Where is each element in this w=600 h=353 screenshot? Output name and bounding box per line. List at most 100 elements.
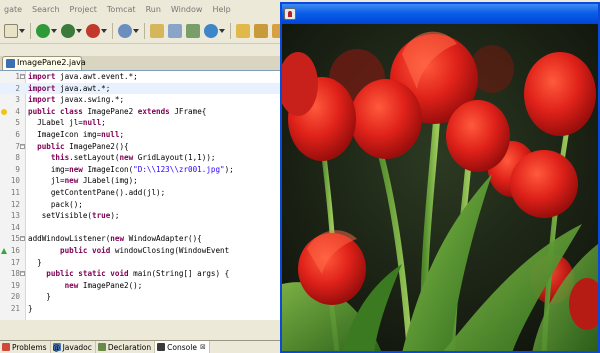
warning-marker-icon[interactable] [1, 108, 7, 115]
code-editor[interactable]: 1– import java.awt.event.*; 2 import java.a… [0, 70, 280, 320]
code-text: import java.awt.*; [28, 83, 111, 93]
open-type-icon[interactable] [150, 23, 164, 38]
code-text: } [28, 292, 51, 302]
line-number: 17 [10, 257, 20, 267]
chevron-down-icon[interactable] [133, 28, 139, 34]
search-icon[interactable] [118, 23, 132, 38]
line-number: 13 [10, 211, 20, 221]
folder-icon[interactable] [236, 23, 250, 38]
external-tools-icon[interactable] [86, 23, 100, 38]
debug-icon[interactable] [61, 23, 75, 38]
menu-navigate[interactable]: gate [0, 5, 28, 14]
tab-problems[interactable]: Problems [0, 340, 51, 353]
code-text: } [28, 257, 42, 267]
build-icon[interactable] [204, 23, 218, 38]
line-number: 6 [15, 129, 20, 139]
code-line[interactable]: 15– addWindowListener(new WindowAdapter()… [0, 233, 280, 245]
override-marker-icon[interactable] [1, 247, 7, 254]
chevron-down-icon[interactable] [101, 28, 107, 34]
code-lines: 1– import java.awt.event.*; 2 import java.a… [0, 71, 280, 314]
fold-toggle-icon[interactable]: – [20, 236, 25, 242]
code-text: public class ImagePane2 extends JFrame{ [28, 106, 207, 116]
code-line[interactable]: 1– import java.awt.event.*; [0, 71, 280, 83]
line-number: 3 [15, 95, 20, 105]
tomcat-icon[interactable] [254, 23, 268, 38]
editor-tab-bar: ImagePane2.java [0, 56, 280, 70]
tab-console-label: Console [167, 342, 197, 352]
menu-tomcat[interactable]: Tomcat [103, 5, 142, 14]
code-line[interactable]: 2 import java.awt.*; [0, 82, 280, 95]
open-task-icon[interactable] [168, 23, 182, 38]
code-line[interactable]: 13 setVisible(true); [0, 210, 280, 222]
code-line[interactable]: 21} [0, 303, 280, 315]
line-number: 1 [15, 72, 20, 81]
window-title-bar[interactable] [282, 4, 598, 24]
line-number: 14 [10, 222, 20, 232]
fold-toggle-icon[interactable]: – [20, 74, 25, 79]
menu-project[interactable]: Project [66, 5, 103, 14]
line-number: 21 [10, 303, 20, 313]
chevron-down-icon[interactable] [19, 28, 25, 34]
chevron-down-icon[interactable] [219, 28, 225, 34]
code-line[interactable]: 17 } [0, 257, 280, 269]
tab-problems-label: Problems [12, 342, 47, 352]
code-line[interactable]: 14 [0, 222, 280, 234]
chevron-down-icon[interactable] [51, 28, 57, 34]
run-icon[interactable] [36, 23, 50, 38]
tab-javadoc[interactable]: @ Javadoc [51, 340, 96, 353]
bottom-view-tabs: Problems @ Javadoc Declaration Console ⊠ [0, 340, 280, 353]
javadoc-icon: @ [52, 343, 61, 352]
code-line[interactable]: 7– public ImagePane2(){ [0, 141, 280, 153]
menu-window[interactable]: Window [167, 5, 209, 14]
menu-run[interactable]: Run [142, 5, 167, 14]
code-line[interactable]: 3 import javax.swing.*; [0, 94, 280, 106]
code-line[interactable]: 19 new ImagePane2(); [0, 280, 280, 292]
java-cup-icon[interactable] [284, 8, 296, 20]
line-number: 2 [15, 83, 20, 93]
code-line[interactable]: 18– public static void main(String[] arg… [0, 268, 280, 280]
code-text: new ImagePane2(); [64, 280, 143, 290]
chevron-down-icon[interactable] [76, 28, 82, 34]
code-line[interactable]: 6 ImageIcon img=null; [0, 129, 280, 141]
code-text: import javax.swing.*; [28, 95, 125, 105]
image-label [282, 24, 598, 351]
menu-search[interactable]: Search [28, 5, 65, 14]
code-line[interactable]: 8 this.setLayout(new GridLayout(1,1)); [0, 152, 280, 164]
code-text: jl=new JLabel(img); [28, 176, 138, 186]
code-text: getContentPane().add(jl); [28, 187, 166, 197]
jframe-window[interactable] [280, 2, 600, 353]
close-icon[interactable]: ⊠ [200, 343, 206, 351]
editor-footer [0, 320, 280, 340]
code-text: public ImagePane2(){ [37, 141, 129, 151]
line-number: 12 [10, 199, 20, 209]
code-line[interactable]: 5 JLabel jl=null; [0, 117, 280, 129]
tulips-image [282, 24, 598, 351]
toolbar-separator [230, 22, 231, 39]
problems-icon [2, 343, 10, 351]
code-line[interactable]: 4 public class ImagePane2 extends JFrame{ [0, 106, 280, 118]
fold-toggle-icon[interactable]: – [20, 143, 25, 149]
tab-console[interactable]: Console ⊠ [155, 340, 210, 353]
line-number: 18 [10, 269, 20, 279]
editor-tab-imagepane2[interactable]: ImagePane2.java [2, 56, 86, 70]
line-number: 7 [15, 141, 20, 151]
toolbar-separator [30, 22, 31, 39]
open-resource-icon[interactable] [186, 23, 200, 38]
code-line[interactable]: 12 pack(); [0, 199, 280, 211]
line-number: 11 [10, 187, 20, 197]
java-file-icon [6, 59, 15, 68]
code-line[interactable]: 16 public void windowClosing(WindowEvent [0, 245, 280, 257]
code-line[interactable]: 11 getContentPane().add(jl); [0, 187, 280, 199]
new-file-icon[interactable] [4, 23, 18, 38]
code-line[interactable]: 9 img=new ImageIcon("D:\\123\\zr001.jpg"… [0, 164, 280, 176]
code-line[interactable]: 10 jl=new JLabel(img); [0, 175, 280, 187]
code-line[interactable]: 20 } [0, 291, 280, 303]
code-text: JLabel jl=null; [28, 118, 106, 128]
tab-declaration[interactable]: Declaration [96, 340, 156, 353]
fold-toggle-icon[interactable]: – [20, 271, 25, 277]
tab-declaration-label: Declaration [107, 342, 152, 352]
line-number: 19 [10, 280, 20, 290]
console-icon [157, 343, 166, 351]
code-text: pack(); [28, 199, 83, 209]
menu-help[interactable]: Help [208, 5, 236, 14]
